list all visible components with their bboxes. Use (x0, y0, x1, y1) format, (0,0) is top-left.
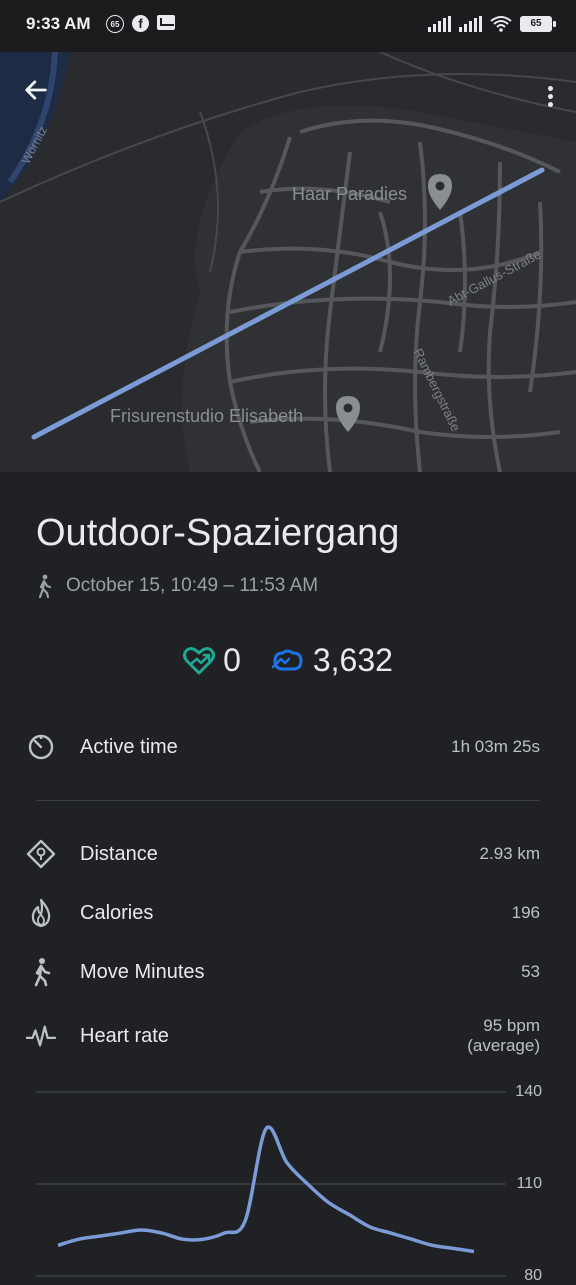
heart-points-icon (183, 646, 216, 674)
route-map[interactable]: Wörnitz Haar Paradies Frisurenstudio Eli… (0, 52, 576, 472)
active-time-label: Active time (80, 735, 178, 758)
stat-row-active-time: Active time 1h 03m 25s (26, 732, 540, 762)
y-tick-label-1: 110 (516, 1175, 542, 1192)
heart-rate-label: Heart rate (80, 1024, 169, 1047)
activity-date-row: October 15, 10:49 – 11:53 AM (36, 574, 318, 598)
distance-value: 2.93 km (479, 844, 540, 863)
heart-rate-value: 95 bpm (average) (467, 1016, 540, 1056)
notification-icons: 65 f (106, 15, 175, 33)
mail-icon (157, 15, 175, 30)
steps-goal: 3,632 (271, 642, 393, 679)
activity-title: Outdoor-Spaziergang (36, 512, 400, 554)
heart-rate-series-line-0 (57, 1125, 475, 1254)
stat-row-heart-rate: Heart rate 95 bpm (average) (26, 1016, 540, 1056)
signal-icon-2 (459, 15, 482, 32)
facebook-icon: f (132, 15, 149, 32)
notification-badge-icon: 65 (106, 15, 124, 33)
heart-rate-sub: (average) (467, 1036, 540, 1055)
heart-rate-chart[interactable]: 140 110 80 (0, 1072, 576, 1284)
system-icons: 65 (428, 15, 556, 32)
more-vert-icon (547, 85, 553, 91)
heart-rate-icon (26, 1021, 56, 1051)
stat-row-distance: Distance 2.93 km (26, 839, 540, 869)
back-button[interactable] (22, 76, 62, 116)
heart-points-value: 0 (223, 642, 241, 678)
stat-row-move-minutes: Move Minutes 53 (26, 957, 540, 987)
arrow-back-icon (25, 80, 47, 100)
walking-icon (38, 574, 52, 598)
y-tick-label-2: 80 (524, 1267, 542, 1284)
heart-rate-bpm: 95 bpm (483, 1016, 540, 1035)
walking-icon-large (26, 957, 56, 987)
distance-label: Distance (80, 842, 158, 865)
activity-details-sheet: Outdoor-Spaziergang October 15, 10:49 – … (0, 472, 576, 1284)
heart-points-goal: 0 (183, 642, 241, 679)
wifi-icon (490, 16, 512, 32)
stat-row-calories: Calories 196 (26, 898, 540, 928)
calories-label: Calories (80, 901, 154, 924)
signal-icon (428, 15, 451, 32)
distance-icon (26, 839, 56, 869)
goals-summary: 0 3,632 (0, 642, 576, 679)
status-bar: 9:33 AM 65 f 65 (0, 0, 576, 52)
status-time: 9:33 AM (26, 14, 91, 33)
map-label-poi-2: Frisurenstudio Elisabeth (110, 406, 304, 426)
activity-date-range: October 15, 10:49 – 11:53 AM (66, 575, 319, 596)
timer-icon (26, 732, 56, 762)
move-minutes-label: Move Minutes (80, 960, 205, 983)
calories-value: 196 (511, 903, 540, 922)
steps-icon (271, 649, 303, 670)
heart-rate-chart-svg (36, 1091, 506, 1277)
steps-value: 3,632 (312, 642, 393, 678)
y-tick-label-0: 140 (515, 1083, 542, 1100)
more-options-button[interactable] (542, 76, 558, 116)
divider (36, 800, 540, 801)
active-time-value: 1h 03m 25s (451, 737, 540, 756)
flame-icon (26, 898, 56, 928)
move-minutes-value: 53 (521, 962, 540, 981)
battery-icon: 65 (520, 15, 556, 32)
map-label-poi-1: Haar Paradies (292, 184, 408, 204)
